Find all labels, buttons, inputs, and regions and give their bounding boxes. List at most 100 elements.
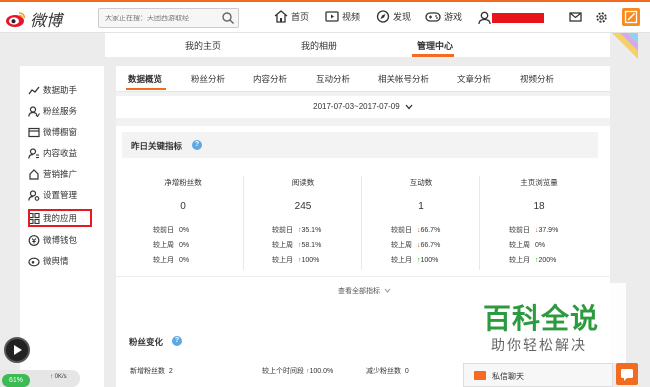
subnav-my-album[interactable]: 我的相册: [301, 39, 337, 52]
card-title: 昨日关键指标: [131, 141, 183, 151]
sidebar-item-marketing[interactable]: 营销推广: [28, 168, 77, 180]
wallet-icon: [28, 234, 40, 246]
compare-row: 较前日 ↓66.7%: [391, 227, 441, 234]
fans-new: 新增粉丝数 2: [130, 368, 173, 375]
tab-data-overview[interactable]: 数据概览: [128, 73, 162, 85]
compare-row: 较上周 ↓66.7%: [391, 242, 441, 249]
tab-video-analysis[interactable]: 视频分析: [520, 73, 554, 85]
metric-value: 18: [533, 201, 545, 212]
top-bar: 微博 首页 视频 发现 游戏: [0, 0, 650, 33]
nav-game[interactable]: 游戏: [425, 10, 462, 23]
skin-corner-icon[interactable]: [612, 33, 638, 59]
write-icon: [624, 10, 638, 24]
user-icon[interactable]: [478, 11, 491, 25]
tab-related-accounts[interactable]: 相关帐号分析: [378, 73, 429, 85]
analysis-tabs: 数据概览 粉丝分析 内容分析 互动分析 相关帐号分析 文章分析 视频分析: [116, 66, 610, 92]
gear-icon[interactable]: [595, 11, 608, 24]
nav-game-label: 游戏: [444, 12, 463, 22]
sidebar-item-label: 微博橱窗: [43, 127, 78, 137]
chat-bubble-icon: [621, 369, 633, 381]
marketing-icon: [29, 168, 39, 180]
metric-label: 主页浏览量: [520, 178, 558, 187]
compare-row: 较上月 ↑100%: [272, 257, 320, 264]
chevron-down-icon: [405, 104, 413, 110]
sidebar-item-label: 营销推广: [43, 169, 78, 179]
gamepad-icon: [425, 12, 441, 22]
redacted-username[interactable]: [492, 13, 544, 23]
metric-label: 阅读数: [291, 178, 315, 187]
watermark-subtitle: 助你轻松解决: [491, 338, 587, 354]
nav-discover-label: 发现: [393, 12, 412, 22]
private-chat-bar[interactable]: 私信聊天: [463, 363, 613, 387]
subnav-active-underline: [412, 54, 454, 57]
weibo-eye-icon: [6, 12, 26, 27]
tab-content-analysis[interactable]: 内容分析: [253, 73, 287, 85]
compare-row: 较上月 ↑200%: [509, 257, 557, 264]
nav-video-label: 视频: [342, 12, 361, 22]
fans-lost: 减少粉丝数 0: [366, 368, 409, 375]
watermark-overlay: 百科全说 助你轻松解决: [461, 283, 626, 363]
network-speed-widget[interactable]: 61% ↑ 0K/s: [0, 370, 80, 387]
subnav-management-center[interactable]: 管理中心: [417, 39, 453, 52]
metric-value: 245: [294, 201, 312, 212]
chart-icon: [28, 86, 40, 94]
nav-discover[interactable]: 发现: [376, 10, 411, 23]
metric-label: 互动数: [409, 178, 433, 187]
sidebar-item-label: 数据助手: [43, 85, 78, 95]
compare-row: 较前日 ↑35.1%: [272, 227, 322, 234]
metric-label: 净增粉丝数: [164, 178, 202, 187]
profile-subnav: 我的主页 我的相册 管理中心: [105, 33, 610, 57]
nav-video[interactable]: 视频: [325, 10, 360, 23]
fans-vs-last-period: 较上个时间段 ↑100.0%: [262, 368, 334, 375]
subnav-my-home[interactable]: 我的主页: [185, 39, 221, 52]
metric-value: 1: [418, 201, 424, 212]
chat-expand-button[interactable]: [616, 363, 638, 385]
divider: [116, 276, 610, 277]
tab-fans-analysis[interactable]: 粉丝分析: [191, 73, 225, 85]
column-divider: [361, 176, 362, 270]
sidebar-item-label: 内容收益: [43, 148, 78, 158]
play-button[interactable]: [4, 337, 30, 363]
search-box[interactable]: [98, 8, 239, 28]
tab-article-analysis[interactable]: 文章分析: [457, 73, 491, 85]
date-range-selector[interactable]: 2017-07-03~2017-07-09: [116, 96, 610, 118]
mail-icon[interactable]: [569, 11, 582, 23]
help-icon[interactable]: ?: [172, 336, 182, 346]
sidebar-item-showcase[interactable]: 微博橱窗: [28, 126, 77, 138]
weibo-logo[interactable]: 微博: [5, 7, 62, 31]
sidebar-item-sentiment[interactable]: 微舆情: [28, 255, 69, 267]
play-icon: [14, 345, 22, 355]
tab-interaction-analysis[interactable]: 互动分析: [316, 73, 350, 85]
sidebar: 数据助手 粉丝服务 微博橱窗 内容收益 营销推广 设置管理 我的应用 微博钱包 …: [20, 66, 104, 387]
sidebar-item-fan-service[interactable]: 粉丝服务: [28, 105, 77, 117]
search-input[interactable]: [99, 14, 217, 22]
sidebar-item-label: 微博钱包: [43, 235, 78, 245]
sidebar-item-settings[interactable]: 设置管理: [28, 189, 77, 201]
card-header: 昨日关键指标 ?: [122, 132, 598, 158]
compare-row: 较前日 ↓37.9%: [509, 227, 559, 234]
income-icon: [28, 147, 39, 159]
nav-home[interactable]: 首页: [274, 10, 309, 23]
home-icon: [274, 10, 288, 23]
metric-value: 0: [180, 201, 186, 212]
sidebar-item-label: 粉丝服务: [43, 106, 78, 116]
help-icon[interactable]: ?: [192, 140, 202, 150]
compass-icon: [376, 10, 390, 23]
sidebar-item-wallet[interactable]: 微博钱包: [28, 234, 77, 246]
search-icon[interactable]: [221, 11, 235, 25]
speed-percent: 61%: [2, 374, 30, 387]
speed-up: ↑ 0K/s: [50, 374, 67, 380]
compare-row: 较上月 ↑100%: [391, 257, 439, 264]
view-all-metrics-link[interactable]: 查看全部指标: [338, 286, 391, 296]
compare-row: 较上周 0%: [153, 242, 190, 249]
sidebar-item-content-income[interactable]: 内容收益: [28, 147, 77, 159]
sidebar-item-label: 微舆情: [43, 256, 69, 266]
card-title: 粉丝变化: [129, 337, 164, 347]
column-divider: [479, 176, 480, 270]
logo-text: 微博: [30, 11, 63, 30]
nav-home-label: 首页: [291, 12, 310, 22]
compare-row: 较前日 0%: [153, 227, 190, 234]
sidebar-item-data-assistant[interactable]: 数据助手: [28, 84, 77, 96]
write-button[interactable]: [622, 8, 640, 26]
tab-active-underline: [126, 88, 166, 90]
